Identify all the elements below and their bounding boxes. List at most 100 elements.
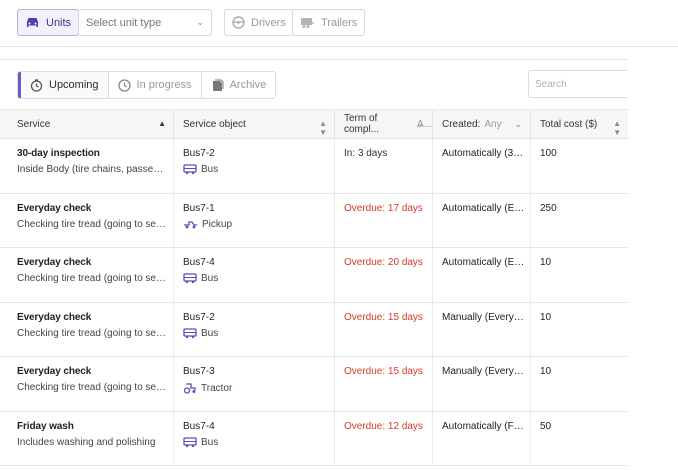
unit-type: Bus	[183, 437, 325, 448]
column-header-total-cost[interactable]: Total cost ($) ▲ ▼	[531, 110, 628, 138]
unit-filter-bar: Units Select unit type ⌄ Drivers Trailer…	[0, 0, 678, 47]
unit-type-select[interactable]: Select unit type ⌄	[78, 9, 212, 36]
sort-icon[interactable]: ▲ ▼	[319, 119, 327, 137]
service-name: Everyday check	[17, 257, 92, 268]
created-filter-value: Any	[484, 118, 502, 130]
cell-total-cost: 250	[531, 194, 628, 248]
term-status: Overdue: 15 days	[344, 311, 423, 323]
column-header-service-object[interactable]: Service object ▲ ▼	[174, 110, 335, 138]
unit-type-label: Tractor	[201, 382, 233, 394]
created-value: Automatically (Friday wash)	[442, 420, 526, 432]
bus-icon	[183, 164, 197, 175]
column-header-service[interactable]: Service ▲	[0, 110, 174, 138]
cell-term: Overdue: 17 days	[335, 193, 433, 247]
service-name: Friday wash	[17, 420, 74, 432]
bus-icon	[183, 273, 197, 284]
cell-service: 30-day inspection Inside Body (tire chai…	[0, 139, 174, 193]
cell-service-object: Bus7-2 Bus	[174, 139, 335, 193]
cell-service-object: Bus7-4 Bus	[174, 248, 335, 302]
sort-icon[interactable]: ▲ ▼	[613, 119, 621, 137]
unit-name: Bus7-2	[183, 148, 215, 159]
service-description: Checking tire tread (going to service to…	[17, 382, 167, 393]
table-body: 30-day inspection Inside Body (tire chai…	[0, 139, 628, 466]
unit-name: Bus7-2	[183, 311, 215, 323]
cost-value: 50	[540, 420, 552, 432]
trailers-button[interactable]: Trailers	[292, 9, 366, 36]
cell-service-object: Bus7-3 Tractor	[174, 357, 335, 411]
unit-name: Bus7-1	[183, 202, 215, 214]
cost-value: 250	[540, 202, 557, 214]
unit-type-label: Bus	[201, 327, 219, 339]
chevron-down-icon[interactable]: ⌄	[514, 119, 522, 130]
cell-service: Everyday check Checking tire tread (goin…	[0, 357, 174, 411]
table-row[interactable]: Friday wash Includes washing and polishi…	[0, 411, 628, 466]
unit-name: Bus7-3	[183, 366, 215, 377]
column-total-cost-label: Total cost ($)	[540, 118, 598, 130]
unit-type-label: Bus	[201, 273, 219, 284]
cell-term: Overdue: 12 days	[335, 411, 433, 465]
tab-upcoming-label: Upcoming	[49, 79, 99, 91]
units-label: Units	[46, 16, 72, 29]
created-value: Automatically (Everyday check)	[442, 202, 526, 214]
unit-type: Bus	[183, 328, 325, 339]
drivers-button[interactable]: Drivers	[224, 9, 294, 36]
right-margin	[628, 47, 678, 470]
sort-ascending-icon[interactable]: ▲	[158, 119, 166, 128]
column-header-created[interactable]: Created: Any ⌄	[433, 110, 531, 138]
unit-type: Bus	[183, 273, 325, 284]
service-name: 30-day inspection	[17, 148, 100, 159]
service-name: Everyday check	[17, 311, 92, 323]
tractor-icon	[183, 382, 197, 394]
cost-value: 10	[540, 257, 552, 268]
tab-upcoming[interactable]: Upcoming	[18, 72, 109, 98]
steering-wheel-icon	[232, 16, 245, 29]
column-service-label: Service	[17, 118, 51, 130]
table-row[interactable]: 30-day inspection Inside Body (tire chai…	[0, 139, 628, 194]
unit-type-label: Bus	[201, 436, 219, 448]
table-row[interactable]: Everyday check Checking tire tread (goin…	[0, 193, 628, 248]
unit-name: Bus7-4	[183, 257, 215, 268]
column-term-label: Term of compl...	[344, 113, 380, 135]
service-description: Checking tire tread (going to service to…	[17, 273, 167, 284]
units-button[interactable]: Units	[17, 9, 80, 36]
tab-archive[interactable]: Archive	[202, 72, 276, 98]
status-tabs: Upcoming In progress Archive	[17, 71, 277, 99]
trailer-icon	[301, 17, 314, 28]
service-description: Inside Body (tire chains, passenger seat…	[17, 164, 167, 175]
cell-service-object: Bus7-2 Bus	[174, 302, 335, 356]
cell-service: Everyday check Checking tire tread (goin…	[0, 248, 174, 302]
cell-term: In: 3 days	[335, 139, 433, 193]
cell-created: Manually (Everyday check)	[433, 302, 531, 356]
tab-in-progress-label: In progress	[136, 79, 192, 91]
unit-type-label: Bus	[201, 164, 219, 175]
cost-value: 100	[540, 148, 557, 159]
table-row[interactable]: Everyday check Checking tire tread (goin…	[0, 357, 628, 412]
chevron-down-icon[interactable]: ⌄	[416, 119, 424, 130]
cell-service: Everyday check Checking tire tread (goin…	[0, 193, 174, 247]
unit-type: Pickup	[183, 219, 325, 230]
maintenance-panel: Upcoming In progress Archive Service ▲ S…	[0, 59, 628, 470]
cost-value: 10	[540, 311, 552, 323]
pickup-icon	[183, 219, 198, 229]
search-input[interactable]	[528, 70, 628, 98]
drivers-label: Drivers	[251, 16, 286, 29]
cell-created: Manually (Everyday check)	[433, 357, 531, 411]
unit-type: Tractor	[183, 382, 325, 394]
cell-total-cost: 10	[531, 357, 628, 411]
table-row[interactable]: Everyday check Checking tire tread (goin…	[0, 248, 628, 303]
tab-archive-label: Archive	[229, 79, 267, 91]
table-row[interactable]: Everyday check Checking tire tread (goin…	[0, 302, 628, 357]
term-status: Overdue: 15 days	[344, 366, 423, 377]
unit-type-placeholder: Select unit type	[86, 16, 162, 29]
tab-in-progress[interactable]: In progress	[109, 72, 202, 98]
cell-term: Overdue: 20 days	[335, 248, 433, 302]
column-header-term[interactable]: Term of compl... A... ⌄	[335, 110, 433, 138]
timer-icon	[30, 78, 43, 92]
created-value: Manually (Everyday check)	[442, 366, 526, 377]
services-table: Service ▲ Service object ▲ ▼ Term of comp…	[0, 109, 628, 466]
service-name: Everyday check	[17, 202, 92, 214]
cell-created: Automatically (Friday wash)	[433, 411, 531, 465]
cell-total-cost: 10	[531, 303, 628, 357]
cost-value: 10	[540, 366, 552, 377]
term-status: Overdue: 20 days	[344, 257, 423, 268]
